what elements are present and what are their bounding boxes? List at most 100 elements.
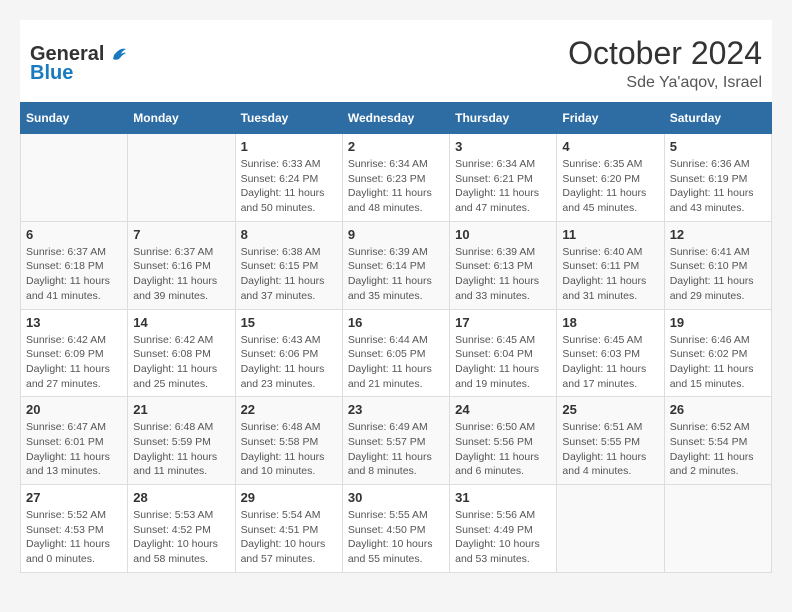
day-number: 26 — [670, 402, 766, 417]
day-number: 3 — [455, 139, 551, 154]
header: General Blue October 2024 Sde Ya'aqov, I… — [20, 20, 772, 102]
day-of-week-header: Saturday — [664, 103, 771, 134]
day-number: 25 — [562, 402, 658, 417]
calendar-day-cell: 20 Sunrise: 6:47 AMSunset: 6:01 PMDayligh… — [21, 397, 128, 485]
day-number: 20 — [26, 402, 122, 417]
day-of-week-header: Sunday — [21, 103, 128, 134]
calendar-day-cell — [557, 485, 664, 573]
day-info: Sunrise: 6:37 AMSunset: 6:16 PMDaylight:… — [133, 245, 229, 304]
day-info: Sunrise: 6:46 AMSunset: 6:02 PMDaylight:… — [670, 333, 766, 392]
location-title: Sde Ya'aqov, Israel — [568, 74, 762, 92]
calendar-day-cell: 21Sunrise: 6:48 AMSunset: 5:59 PMDayligh… — [128, 397, 235, 485]
day-info: Sunrise: 6:33 AMSunset: 6:24 PMDaylight:… — [241, 157, 337, 216]
calendar-week-row: 13 Sunrise: 6:42 AMSunset: 6:09 PMDayligh… — [21, 309, 772, 397]
calendar-day-cell: 28 Sunrise: 5:53 AMSunset: 4:52 PMDayligh… — [128, 485, 235, 573]
day-info: Sunrise: 6:49 AMSunset: 5:57 PMDaylight:… — [348, 420, 444, 479]
month-title: October 2024 — [568, 35, 762, 72]
day-number: 10 — [455, 227, 551, 242]
day-info: Sunrise: 6:52 AMSunset: 5:54 PMDaylight:… — [670, 420, 766, 479]
day-info: Sunrise: 6:42 AMSunset: 6:09 PMDaylight:… — [26, 333, 122, 392]
day-number: 29 — [241, 490, 337, 505]
calendar-day-cell: 9Sunrise: 6:39 AMSunset: 6:14 PMDaylight… — [342, 221, 449, 309]
day-info: Sunrise: 6:45 AMSunset: 6:03 PMDaylight:… — [562, 333, 658, 392]
day-number: 30 — [348, 490, 444, 505]
day-number: 5 — [670, 139, 766, 154]
day-number: 22 — [241, 402, 337, 417]
calendar-container: General Blue October 2024 Sde Ya'aqov, I… — [20, 20, 772, 573]
day-number: 2 — [348, 139, 444, 154]
day-number: 11 — [562, 227, 658, 242]
day-number: 31 — [455, 490, 551, 505]
day-info: Sunrise: 5:54 AMSunset: 4:51 PMDaylight:… — [241, 508, 337, 567]
calendar-day-cell: 7Sunrise: 6:37 AMSunset: 6:16 PMDaylight… — [128, 221, 235, 309]
day-number: 6 — [26, 227, 122, 242]
calendar-week-row: 1 Sunrise: 6:33 AMSunset: 6:24 PMDaylight… — [21, 134, 772, 222]
day-info: Sunrise: 6:38 AMSunset: 6:15 PMDaylight:… — [241, 245, 337, 304]
day-number: 15 — [241, 315, 337, 330]
title-section: October 2024 Sde Ya'aqov, Israel — [568, 35, 762, 92]
calendar-day-cell: 27Sunrise: 5:52 AMSunset: 4:53 PMDayligh… — [21, 485, 128, 573]
day-number: 1 — [241, 139, 337, 154]
day-number: 4 — [562, 139, 658, 154]
day-number: 18 — [562, 315, 658, 330]
calendar-day-cell: 11 Sunrise: 6:40 AMSunset: 6:11 PMDayligh… — [557, 221, 664, 309]
calendar-day-cell: 14Sunrise: 6:42 AMSunset: 6:08 PMDayligh… — [128, 309, 235, 397]
calendar-day-cell — [128, 134, 235, 222]
day-number: 19 — [670, 315, 766, 330]
day-info: Sunrise: 5:56 AMSunset: 4:49 PMDaylight:… — [455, 508, 551, 567]
day-number: 8 — [241, 227, 337, 242]
day-number: 28 — [133, 490, 229, 505]
day-info: Sunrise: 6:50 AMSunset: 5:56 PMDaylight:… — [455, 420, 551, 479]
calendar-day-cell: 12Sunrise: 6:41 AMSunset: 6:10 PMDayligh… — [664, 221, 771, 309]
day-info: Sunrise: 6:34 AMSunset: 6:21 PMDaylight:… — [455, 157, 551, 216]
calendar-day-cell: 4 Sunrise: 6:35 AMSunset: 6:20 PMDaylight… — [557, 134, 664, 222]
calendar-day-cell — [664, 485, 771, 573]
day-info: Sunrise: 6:37 AMSunset: 6:18 PMDaylight:… — [26, 245, 122, 304]
calendar-day-cell: 2 Sunrise: 6:34 AMSunset: 6:23 PMDaylight… — [342, 134, 449, 222]
logo-bird-icon — [106, 43, 128, 65]
day-number: 16 — [348, 315, 444, 330]
day-info: Sunrise: 6:39 AMSunset: 6:13 PMDaylight:… — [455, 245, 551, 304]
day-number: 23 — [348, 402, 444, 417]
day-info: Sunrise: 6:35 AMSunset: 6:20 PMDaylight:… — [562, 157, 658, 216]
day-info: Sunrise: 6:42 AMSunset: 6:08 PMDaylight:… — [133, 333, 229, 392]
day-of-week-header: Tuesday — [235, 103, 342, 134]
calendar-day-cell: 18 Sunrise: 6:45 AMSunset: 6:03 PMDayligh… — [557, 309, 664, 397]
calendar-week-row: 6 Sunrise: 6:37 AMSunset: 6:18 PMDaylight… — [21, 221, 772, 309]
calendar-week-row: 27Sunrise: 5:52 AMSunset: 4:53 PMDayligh… — [21, 485, 772, 573]
calendar-week-row: 20 Sunrise: 6:47 AMSunset: 6:01 PMDayligh… — [21, 397, 772, 485]
day-of-week-header: Wednesday — [342, 103, 449, 134]
calendar-day-cell: 19 Sunrise: 6:46 AMSunset: 6:02 PMDayligh… — [664, 309, 771, 397]
day-of-week-header: Thursday — [450, 103, 557, 134]
day-number: 13 — [26, 315, 122, 330]
day-of-week-header: Friday — [557, 103, 664, 134]
calendar-day-cell: 24Sunrise: 6:50 AMSunset: 5:56 PMDayligh… — [450, 397, 557, 485]
day-info: Sunrise: 6:43 AMSunset: 6:06 PMDaylight:… — [241, 333, 337, 392]
day-info: Sunrise: 6:41 AMSunset: 6:10 PMDaylight:… — [670, 245, 766, 304]
calendar-day-cell: 3 Sunrise: 6:34 AMSunset: 6:21 PMDaylight… — [450, 134, 557, 222]
day-info: Sunrise: 6:34 AMSunset: 6:23 PMDaylight:… — [348, 157, 444, 216]
calendar-day-cell: 6 Sunrise: 6:37 AMSunset: 6:18 PMDaylight… — [21, 221, 128, 309]
calendar-day-cell: 29 Sunrise: 5:54 AMSunset: 4:51 PMDayligh… — [235, 485, 342, 573]
day-info: Sunrise: 6:40 AMSunset: 6:11 PMDaylight:… — [562, 245, 658, 304]
day-info: Sunrise: 6:47 AMSunset: 6:01 PMDaylight:… — [26, 420, 122, 479]
day-info: Sunrise: 6:48 AMSunset: 5:58 PMDaylight:… — [241, 420, 337, 479]
calendar-day-cell: 22 Sunrise: 6:48 AMSunset: 5:58 PMDayligh… — [235, 397, 342, 485]
day-info: Sunrise: 6:44 AMSunset: 6:05 PMDaylight:… — [348, 333, 444, 392]
calendar-day-cell: 16 Sunrise: 6:44 AMSunset: 6:05 PMDayligh… — [342, 309, 449, 397]
day-number: 21 — [133, 402, 229, 417]
logo-blue-text: Blue — [30, 62, 73, 85]
calendar-day-cell: 5Sunrise: 6:36 AMSunset: 6:19 PMDaylight… — [664, 134, 771, 222]
calendar-day-cell: 13 Sunrise: 6:42 AMSunset: 6:09 PMDayligh… — [21, 309, 128, 397]
day-number: 27 — [26, 490, 122, 505]
calendar-day-cell: 10 Sunrise: 6:39 AMSunset: 6:13 PMDayligh… — [450, 221, 557, 309]
logo: General Blue — [30, 43, 128, 85]
calendar-day-cell: 26 Sunrise: 6:52 AMSunset: 5:54 PMDayligh… — [664, 397, 771, 485]
calendar-day-cell: 8 Sunrise: 6:38 AMSunset: 6:15 PMDaylight… — [235, 221, 342, 309]
day-number: 17 — [455, 315, 551, 330]
calendar-day-cell: 30 Sunrise: 5:55 AMSunset: 4:50 PMDayligh… — [342, 485, 449, 573]
calendar-day-cell: 17Sunrise: 6:45 AMSunset: 6:04 PMDayligh… — [450, 309, 557, 397]
calendar-day-cell — [21, 134, 128, 222]
day-info: Sunrise: 5:55 AMSunset: 4:50 PMDaylight:… — [348, 508, 444, 567]
day-info: Sunrise: 5:53 AMSunset: 4:52 PMDaylight:… — [133, 508, 229, 567]
